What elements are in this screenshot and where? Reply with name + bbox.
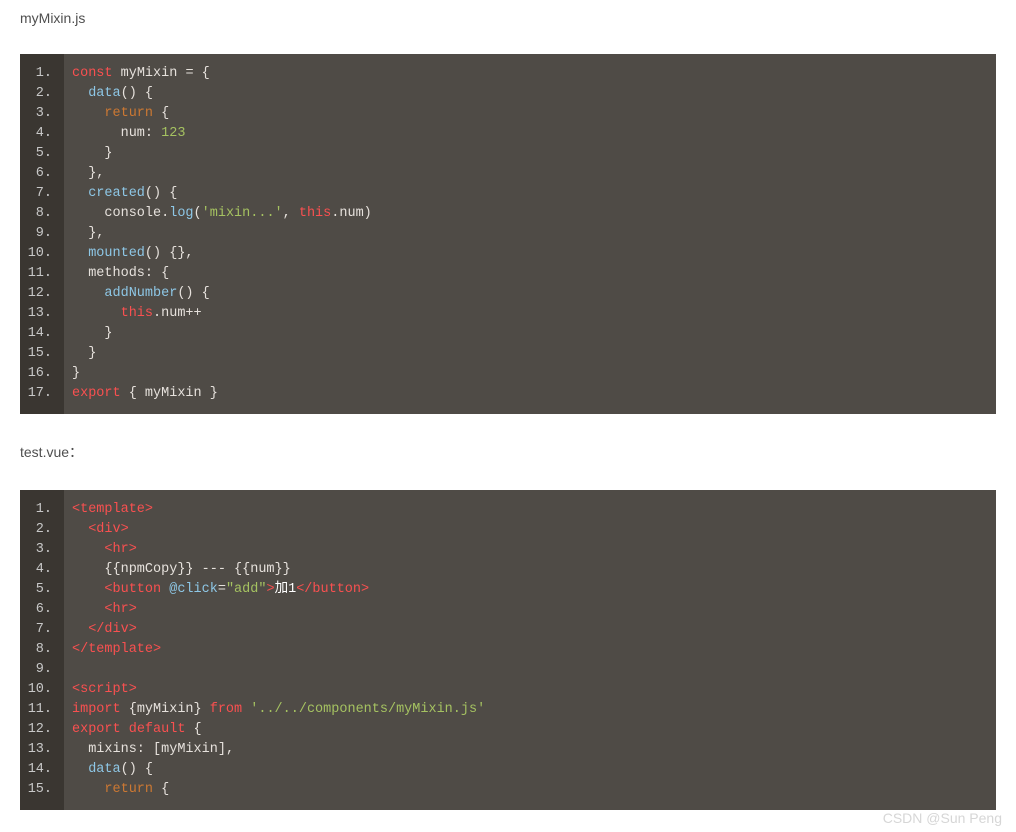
gutter-2: 1.2.3.4.5.6.7.8.9.10.11.12.13.14.15. (20, 490, 64, 810)
code-line: mixins: [myMixin], (72, 740, 988, 760)
line-number: 14. (20, 324, 58, 344)
line-number: 13. (20, 304, 58, 324)
code-line: data() { (72, 760, 988, 780)
line-number: 17. (20, 384, 58, 404)
code-line: addNumber() { (72, 284, 988, 304)
line-number: 12. (20, 720, 58, 740)
watermark: CSDN @Sun Peng (883, 810, 1002, 826)
line-number: 13. (20, 740, 58, 760)
code-line: import {myMixin} from '../../components/… (72, 700, 988, 720)
line-number: 15. (20, 344, 58, 364)
code-line: <hr> (72, 540, 988, 560)
code-line (72, 660, 988, 680)
code-1: const myMixin = { data() { return { num:… (64, 54, 996, 414)
line-number: 3. (20, 104, 58, 124)
code-line: data() { (72, 84, 988, 104)
code-line: <button @click="add">加1</button> (72, 580, 988, 600)
code-line: }, (72, 164, 988, 184)
line-number: 9. (20, 224, 58, 244)
line-number: 12. (20, 284, 58, 304)
code-line: </div> (72, 620, 988, 640)
line-number: 3. (20, 540, 58, 560)
code-line: methods: { (72, 264, 988, 284)
code-line: created() { (72, 184, 988, 204)
code-line: <div> (72, 520, 988, 540)
line-number: 10. (20, 244, 58, 264)
code-line: } (72, 344, 988, 364)
code-line: }, (72, 224, 988, 244)
line-number: 7. (20, 620, 58, 640)
line-number: 4. (20, 124, 58, 144)
line-number: 4. (20, 560, 58, 580)
code-line: this.num++ (72, 304, 988, 324)
code-line: <template> (72, 500, 988, 520)
line-number: 6. (20, 600, 58, 620)
code-line: return { (72, 104, 988, 124)
code-line: num: 123 (72, 124, 988, 144)
code-line: console.log('mixin...', this.num) (72, 204, 988, 224)
code-line: export { myMixin } (72, 384, 988, 404)
line-number: 2. (20, 84, 58, 104)
code-line: </template> (72, 640, 988, 660)
code-line: return { (72, 780, 988, 800)
line-number: 9. (20, 660, 58, 680)
line-number: 2. (20, 520, 58, 540)
code-block-1: 1.2.3.4.5.6.7.8.9.10.11.12.13.14.15.16.1… (20, 54, 996, 414)
line-number: 6. (20, 164, 58, 184)
line-number: 11. (20, 700, 58, 720)
line-number: 1. (20, 500, 58, 520)
line-number: 8. (20, 640, 58, 660)
line-number: 10. (20, 680, 58, 700)
code-line: mounted() {}, (72, 244, 988, 264)
line-number: 5. (20, 580, 58, 600)
code-line: export default { (72, 720, 988, 740)
code-line: <hr> (72, 600, 988, 620)
line-number: 16. (20, 364, 58, 384)
code-line: <script> (72, 680, 988, 700)
code-line: {{npmCopy}} --- {{num}} (72, 560, 988, 580)
code-line: const myMixin = { (72, 64, 988, 84)
filename-2: test.vue： (0, 432, 1016, 480)
line-number: 7. (20, 184, 58, 204)
line-number: 15. (20, 780, 58, 800)
code-line: } (72, 144, 988, 164)
code-line: } (72, 324, 988, 344)
code-line: } (72, 364, 988, 384)
gutter-1: 1.2.3.4.5.6.7.8.9.10.11.12.13.14.15.16.1… (20, 54, 64, 414)
line-number: 11. (20, 264, 58, 284)
code-block-2: 1.2.3.4.5.6.7.8.9.10.11.12.13.14.15. <te… (20, 490, 996, 810)
code-2: <template> <div> <hr> {{npmCopy}} --- {{… (64, 490, 996, 810)
line-number: 14. (20, 760, 58, 780)
line-number: 8. (20, 204, 58, 224)
line-number: 5. (20, 144, 58, 164)
line-number: 1. (20, 64, 58, 84)
filename-1: myMixin.js (0, 0, 1016, 44)
